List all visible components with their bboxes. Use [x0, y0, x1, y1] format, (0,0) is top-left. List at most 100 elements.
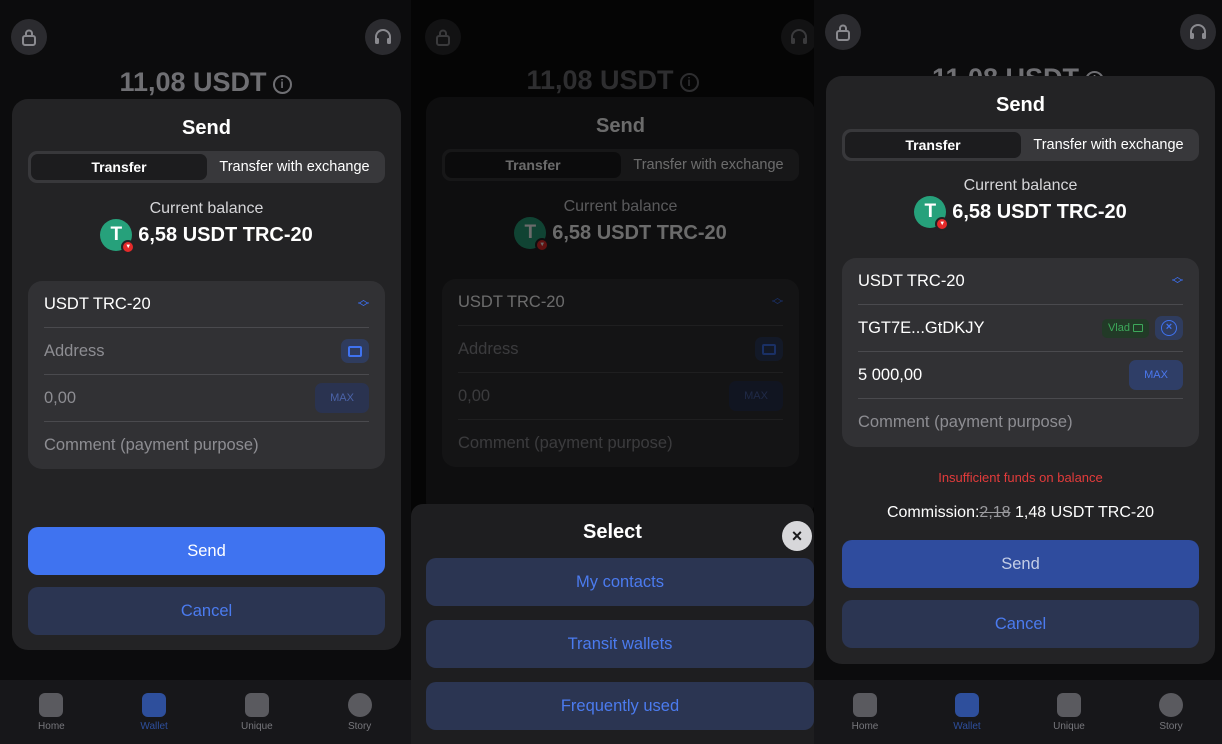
currency-value: USDT TRC-20 [44, 294, 151, 313]
transfer-mode-switch: Transfer Transfer with exchange [28, 151, 385, 183]
current-balance: T▼ 6,58 USDT TRC-20 [826, 196, 1215, 231]
cancel-button[interactable]: Cancel [28, 587, 385, 635]
send-screen-filled: 11,08 USDTi Send Transfer Transfer with … [814, 0, 1222, 744]
error-message: Insufficient funds on balance [938, 470, 1103, 485]
tron-badge-icon: ▼ [935, 217, 950, 231]
clear-address-button[interactable]: × [1155, 316, 1183, 340]
clock-icon [347, 692, 372, 717]
clear-icon: × [1161, 320, 1177, 336]
send-modal: Send Transfer Transfer with exchange Cur… [826, 76, 1215, 664]
send-button[interactable]: Send [842, 540, 1199, 588]
chevron-updown-icon: ︿﹀ [1172, 271, 1183, 291]
nav-label: Wallet [953, 720, 981, 732]
current-balance-label: Current balance [963, 177, 1078, 194]
nav-label: Unique [241, 720, 273, 732]
close-button[interactable]: × [782, 521, 812, 551]
lock-icon [836, 24, 850, 41]
amount-field[interactable]: 0,00 MAX [44, 375, 369, 422]
modal-title: Send [996, 94, 1045, 116]
select-sheet: Select × My contacts Transit wallets Fre… [411, 504, 814, 744]
lock-icon [22, 29, 36, 46]
frequently-used-button[interactable]: Frequently used [426, 682, 814, 730]
send-screen-select-sheet: 11,08 USDTi Send Transfer Transfer with … [411, 0, 814, 744]
address-field[interactable]: TGT7E...GtDKJY Vlad × [858, 305, 1183, 352]
chevron-updown-icon: ︿﹀ [358, 294, 369, 314]
nav-label: Unique [1053, 720, 1085, 732]
nav-unique[interactable]: Unique [206, 680, 309, 744]
headset-icon [1190, 24, 1206, 39]
tab-transfer[interactable]: Transfer [31, 154, 207, 180]
max-button[interactable]: MAX [1129, 360, 1183, 390]
amount-value: 5 000,00 [858, 365, 923, 384]
address-value: TGT7E...GtDKJY [858, 318, 985, 337]
comment-field[interactable]: Comment (payment purpose) [44, 422, 369, 469]
wallet-small-icon [1133, 324, 1143, 332]
select-sheet-title: Select [583, 521, 642, 543]
bottom-nav: Home Wallet Unique Story [0, 680, 411, 744]
currency-select[interactable]: USDT TRC-20 ︿﹀ [858, 258, 1183, 305]
nav-story[interactable]: Story [1120, 680, 1222, 744]
lock-button[interactable] [11, 19, 47, 55]
tab-transfer[interactable]: Transfer [845, 132, 1021, 158]
home-icon [39, 692, 64, 717]
nav-label: Home [38, 720, 65, 732]
transfer-mode-switch: Transfer Transfer with exchange [842, 129, 1199, 161]
current-balance-label: Current balance [149, 200, 264, 217]
lock-button[interactable] [825, 14, 861, 50]
unique-wallet-icon [1057, 692, 1081, 717]
commission-info: Commission:2,18 1,48 USDT TRC-20 [886, 504, 1155, 521]
amount-placeholder: 0,00 [44, 388, 77, 407]
usdt-token-icon: T▼ [914, 196, 950, 231]
tab-transfer-with-exchange[interactable]: Transfer with exchange [207, 154, 382, 180]
tron-badge-icon: ▼ [121, 240, 136, 254]
contact-tag: Vlad [1101, 318, 1149, 338]
wallet-icon [348, 345, 362, 357]
clock-icon [1159, 692, 1183, 717]
nav-label: Story [1159, 720, 1183, 732]
send-button[interactable]: Send [28, 527, 385, 575]
send-form: USDT TRC-20 ︿﹀ Address 0,00 MAX Comment … [28, 281, 385, 469]
headset-icon [375, 29, 391, 44]
current-balance: T▼ 6,58 USDT TRC-20 [12, 219, 401, 254]
nav-label: Wallet [140, 720, 168, 732]
nav-story[interactable]: Story [308, 680, 411, 744]
amount-field[interactable]: 5 000,00 MAX [858, 352, 1183, 399]
nav-home[interactable]: Home [0, 680, 103, 744]
cancel-button[interactable]: Cancel [842, 600, 1199, 648]
transit-wallets-button[interactable]: Transit wallets [426, 620, 814, 668]
wallet-icon [142, 692, 167, 717]
send-form: USDT TRC-20 ︿ ﹀ TGT7E...GtDKJY Vlad × 5 0… [842, 258, 1199, 447]
close-icon: × [791, 525, 803, 546]
support-button[interactable] [1180, 14, 1216, 50]
nav-unique[interactable]: Unique [1018, 680, 1120, 744]
bottom-nav: Home Wallet Unique Story [814, 680, 1222, 744]
nav-wallet[interactable]: Wallet [103, 680, 206, 744]
current-balance-value: 6,58 USDT TRC-20 [138, 223, 313, 246]
max-button[interactable]: MAX [315, 383, 369, 413]
currency-value: USDT TRC-20 [858, 271, 965, 290]
comment-placeholder: Comment (payment purpose) [858, 413, 1073, 431]
nav-label: Home [851, 720, 879, 732]
wallet-picker-button[interactable] [341, 339, 369, 363]
address-field[interactable]: Address [44, 328, 369, 375]
address-placeholder: Address [44, 341, 105, 360]
nav-wallet[interactable]: Wallet [916, 680, 1018, 744]
home-icon [853, 692, 877, 717]
send-modal: Send Transfer Transfer with exchange Cur… [12, 99, 401, 650]
comment-placeholder: Comment (payment purpose) [44, 436, 259, 454]
my-contacts-button[interactable]: My contacts [426, 558, 814, 606]
nav-home[interactable]: Home [814, 680, 916, 744]
support-button[interactable] [365, 19, 401, 55]
info-icon[interactable]: i [272, 75, 292, 94]
unique-wallet-icon [244, 692, 269, 717]
current-balance-value: 6,58 USDT TRC-20 [952, 200, 1127, 223]
send-screen-empty: 11,08 USDT i Send Transfer Transfer with … [0, 0, 411, 744]
usdt-token-icon: T▼ [100, 219, 136, 254]
currency-select[interactable]: USDT TRC-20 ︿﹀ [44, 281, 369, 328]
comment-field[interactable]: Comment (payment purpose) [858, 399, 1183, 446]
wallet-balance: 11,08 USDTi [0, 67, 411, 98]
modal-title: Send [182, 117, 231, 139]
wallet-icon [955, 692, 979, 717]
nav-label: Story [347, 720, 372, 732]
tab-transfer-with-exchange[interactable]: Transfer with exchange [1021, 132, 1196, 158]
